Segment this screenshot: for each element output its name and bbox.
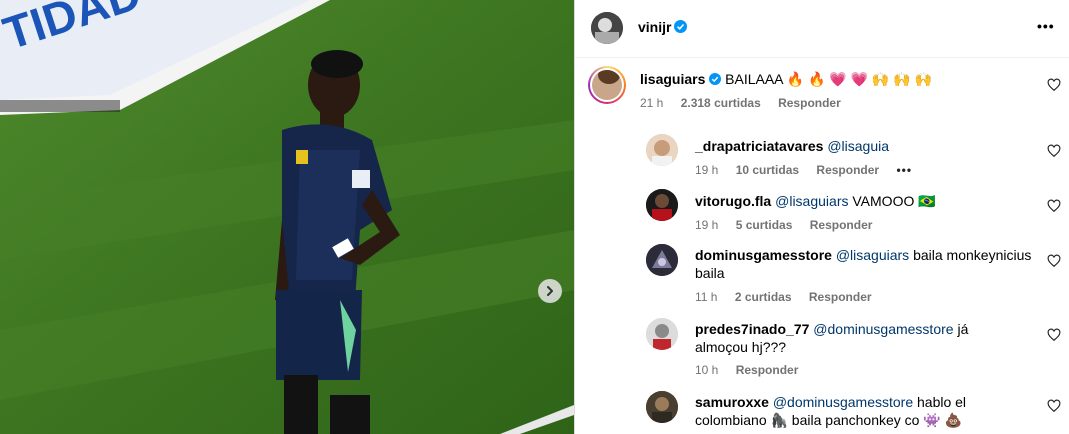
reply-likes[interactable]: 10 curtidas	[736, 163, 799, 177]
verified-icon	[709, 73, 722, 85]
reply-text: VAMOOO 🇧🇷	[848, 193, 936, 209]
reply-item: samuroxxe @dominusgamesstore hablo el co…	[575, 389, 1069, 434]
reply-username[interactable]: samuroxxe	[695, 394, 769, 410]
comment-likes[interactable]: 2.318 curtidas	[681, 96, 761, 110]
reply-item: _drapatriciatavares @lisaguia 19 h 10 cu…	[575, 132, 1069, 180]
reply-mention[interactable]: @lisaguia	[827, 138, 889, 154]
chevron-right-icon	[547, 286, 553, 296]
more-options-icon[interactable]: •••	[1037, 18, 1055, 34]
reply-button[interactable]: Responder	[736, 363, 799, 377]
reply-likes[interactable]: 2 curtidas	[735, 290, 792, 304]
reply-item: dominusgamesstore @lisaguiars baila monk…	[575, 242, 1069, 308]
reply-likes[interactable]: 5 curtidas	[736, 218, 793, 232]
reply-more-icon[interactable]: •••	[896, 163, 912, 177]
reply-username[interactable]: dominusgamesstore	[695, 247, 832, 263]
reply-avatar[interactable]	[646, 318, 678, 350]
reply-time[interactable]: 10 h	[695, 363, 718, 377]
comment-username[interactable]: lisaguiars	[640, 71, 705, 87]
like-heart-icon[interactable]	[1047, 78, 1061, 92]
reply-username[interactable]: predes7inado_77	[695, 321, 809, 337]
like-heart-icon[interactable]	[1047, 144, 1061, 158]
reply-avatar[interactable]	[646, 189, 678, 221]
reply-avatar[interactable]	[646, 134, 678, 166]
like-heart-icon[interactable]	[1047, 254, 1061, 268]
like-heart-icon[interactable]	[1047, 399, 1061, 413]
reply-item: predes7inado_77 @dominusgamesstore já al…	[575, 316, 1069, 382]
reply-mention[interactable]: @lisaguiars	[836, 247, 909, 263]
reply-avatar[interactable]	[646, 244, 678, 276]
author-avatar[interactable]	[591, 12, 623, 44]
comment-text: BAILAAA 🔥 🔥 💗 💗 🙌 🙌 🙌	[725, 71, 932, 87]
reply-item: vitorugo.fla @lisaguiars VAMOOO 🇧🇷 19 h …	[575, 187, 1069, 235]
like-heart-icon[interactable]	[1047, 328, 1061, 342]
reply-mention[interactable]: @dominusgamesstore	[813, 321, 953, 337]
commenter-avatar[interactable]	[588, 66, 626, 104]
reply-avatar[interactable]	[646, 391, 678, 423]
reply-button[interactable]: Responder	[809, 290, 872, 304]
reply-username[interactable]: _drapatriciatavares	[695, 138, 823, 154]
author-username[interactable]: vinijr	[638, 19, 671, 35]
reply-time[interactable]: 19 h	[695, 218, 718, 232]
verified-icon	[674, 20, 687, 33]
post-photo[interactable]: TIDAD	[0, 0, 574, 434]
main-comment: lisaguiars BAILAAA 🔥 🔥 💗 💗 🙌 🙌 🙌 21 h 2.…	[575, 62, 1069, 122]
reply-button[interactable]: Responder	[816, 163, 879, 177]
reply-button[interactable]: Responder	[810, 218, 873, 232]
comments-panel: vinijr ••• lisaguiars BAILAAA 🔥 🔥 💗 💗 🙌 …	[575, 0, 1069, 434]
reply-mention[interactable]: @dominusgamesstore	[773, 394, 913, 410]
photo-image: TIDAD	[0, 0, 574, 434]
comment-time[interactable]: 21 h	[640, 96, 663, 110]
reply-time[interactable]: 11 h	[695, 290, 717, 304]
reply-mention[interactable]: @lisaguiars	[775, 193, 848, 209]
reply-time[interactable]: 19 h	[695, 163, 718, 177]
reply-username[interactable]: vitorugo.fla	[695, 193, 771, 209]
reply-button[interactable]: Responder	[778, 96, 841, 110]
next-image-button[interactable]	[538, 279, 562, 303]
like-heart-icon[interactable]	[1047, 199, 1061, 213]
post-header: vinijr •••	[575, 0, 1069, 58]
